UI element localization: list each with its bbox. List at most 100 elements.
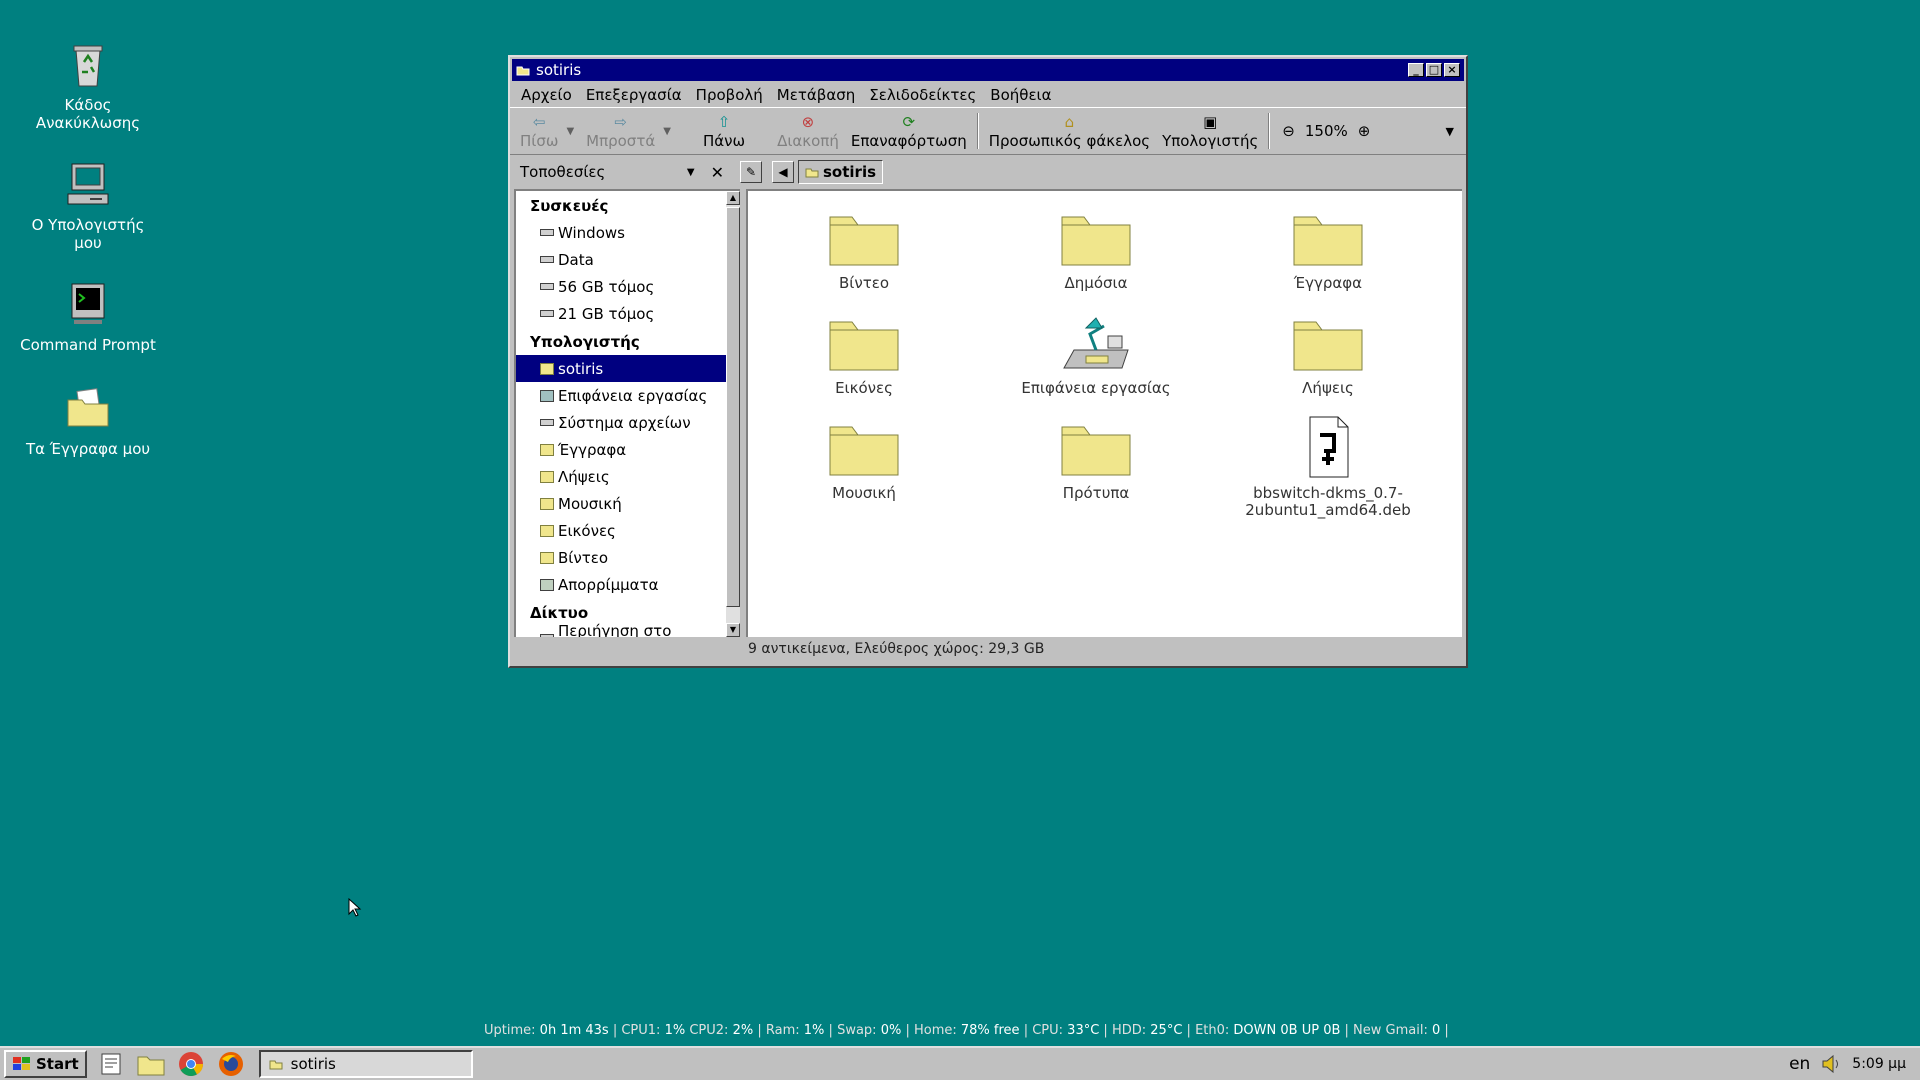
- path-scroll-left-button[interactable]: ◀: [772, 161, 794, 183]
- quicklaunch-firefox[interactable]: [215, 1050, 247, 1078]
- zoom-in-icon[interactable]: ⊕: [1358, 122, 1371, 140]
- file-item-templates[interactable]: Πρότυπα: [980, 415, 1212, 520]
- sidebar-item-music[interactable]: Μουσική: [516, 490, 726, 517]
- computer-button[interactable]: ▣ Υπολογιστής: [1156, 109, 1264, 153]
- back-history-dropdown[interactable]: ▼: [566, 126, 574, 137]
- sidebar-item-browse-network[interactable]: Περιήγηση στο δίκτυο: [516, 622, 726, 637]
- places-sidebar: Συσκευές Windows Data 56 GB τόμος 21 GB …: [514, 189, 726, 637]
- sidebar-item-videos[interactable]: Βίντεο: [516, 544, 726, 571]
- volume-icon[interactable]: [1820, 1053, 1842, 1075]
- home-label: Προσωπικός φάκελος: [988, 132, 1151, 150]
- menu-file[interactable]: Αρχείο: [514, 86, 579, 104]
- menu-edit[interactable]: Επεξεργασία: [579, 86, 689, 104]
- menu-bookmarks[interactable]: Σελιδοδείκτες: [862, 86, 983, 104]
- sidebar-item-desktop[interactable]: Επιφάνεια εργασίας: [516, 382, 726, 409]
- scroll-up-arrow[interactable]: ▲: [726, 191, 740, 205]
- menu-view[interactable]: Προβολή: [689, 86, 770, 104]
- cpu-temp-label: CPU:: [1032, 1023, 1064, 1038]
- file-item-music[interactable]: Μουσική: [748, 415, 980, 520]
- file-manager-window: sotiris _ □ × Αρχείο Επεξεργασία Προβολή…: [508, 55, 1468, 668]
- file-name: Πρότυπα: [1062, 484, 1130, 502]
- folder-home-icon: [516, 66, 530, 76]
- sidebar-item-label: Εικόνες: [558, 521, 616, 540]
- command-prompt-icon: [71, 283, 105, 324]
- clock[interactable]: 5:09 μμ: [1852, 1056, 1906, 1072]
- menu-help[interactable]: Βοήθεια: [983, 86, 1058, 104]
- drive-icon: [540, 283, 554, 290]
- file-item-deb-package[interactable]: bbswitch-dkms_0.7- 2ubuntu1_amd64.deb: [1212, 415, 1444, 520]
- reload-button[interactable]: ⟳ Επαναφόρτωση: [845, 109, 973, 153]
- breadcrumb-sotiris[interactable]: sotiris: [798, 160, 884, 184]
- scroll-thumb[interactable]: [726, 207, 740, 607]
- reload-icon: ⟳: [902, 113, 916, 131]
- folder-icon: [829, 216, 899, 266]
- stop-button[interactable]: ⊗ Διακοπή: [771, 109, 845, 153]
- zoom-out-icon[interactable]: ⊖: [1282, 122, 1295, 140]
- sidebar-scrollbar[interactable]: ▲ ▼: [726, 189, 740, 637]
- sidebar-item-label: Windows: [558, 223, 625, 242]
- close-sidebar-icon[interactable]: ✕: [711, 163, 724, 182]
- sidebar-item-56gb-volume[interactable]: 56 GB τόμος: [516, 273, 726, 300]
- folder-icon: [540, 497, 554, 510]
- minimize-button[interactable]: _: [1408, 63, 1424, 77]
- file-item-videos[interactable]: Βίντεο: [748, 205, 980, 310]
- cpu1-value: 1%: [664, 1023, 686, 1038]
- desktop-icon-label: Command Prompt: [20, 336, 156, 354]
- forward-history-dropdown[interactable]: ▼: [663, 126, 671, 137]
- folder-home-icon: [137, 1056, 165, 1076]
- forward-button[interactable]: ⇨ Μπροστά: [580, 109, 661, 153]
- sidebar-item-windows[interactable]: Windows: [516, 219, 726, 246]
- swap-label: Swap:: [837, 1023, 877, 1038]
- start-button[interactable]: Start: [4, 1050, 87, 1078]
- file-item-desktop[interactable]: Επιφάνεια εργασίας: [980, 310, 1212, 415]
- taskbar: Start sotiris en 5:09 μμ: [0, 1046, 1920, 1080]
- home-button[interactable]: ⌂ Προσωπικός φάκελος: [983, 109, 1156, 153]
- quicklaunch-chrome[interactable]: [175, 1050, 207, 1078]
- title-bar[interactable]: sotiris _ □ ×: [512, 59, 1464, 81]
- desktop-icon-my-computer[interactable]: Ο Υπολογιστής μου: [18, 160, 158, 252]
- up-button[interactable]: ⇧ Πάνω: [697, 109, 751, 153]
- drive-icon: [540, 310, 554, 317]
- zoom-level[interactable]: 150%: [1305, 122, 1348, 140]
- quicklaunch-files[interactable]: [135, 1050, 167, 1078]
- scroll-down-arrow[interactable]: ▼: [726, 623, 740, 637]
- file-item-public[interactable]: Δημόσια: [980, 205, 1212, 310]
- close-button[interactable]: ×: [1444, 63, 1460, 77]
- desktop-icon-label: Κάδος: [64, 96, 112, 114]
- mouse-cursor-icon: [348, 898, 362, 917]
- desktop-icon-command-prompt[interactable]: Command Prompt: [18, 280, 158, 354]
- sidebar-type-select[interactable]: Τοποθεσίες: [520, 163, 687, 181]
- toolbar-overflow-dropdown[interactable]: ▼: [1446, 125, 1454, 138]
- file-name: Εικόνες: [835, 379, 893, 397]
- gmail-value: 0: [1431, 1023, 1441, 1038]
- maximize-button[interactable]: □: [1426, 63, 1442, 77]
- sidebar-item-trash[interactable]: Απορρίμματα: [516, 571, 726, 598]
- file-item-pictures[interactable]: Εικόνες: [748, 310, 980, 415]
- content-area: Συσκευές Windows Data 56 GB τόμος 21 GB …: [510, 189, 1466, 637]
- sidebar-item-21gb-volume[interactable]: 21 GB τόμος: [516, 300, 726, 327]
- taskbar-item-sotiris[interactable]: sotiris: [258, 1050, 473, 1078]
- stop-icon: ⊗: [801, 113, 815, 131]
- sidebar-item-documents[interactable]: Έγγραφα: [516, 436, 726, 463]
- folder-icon: [540, 443, 554, 456]
- file-item-downloads[interactable]: Λήψεις: [1212, 310, 1444, 415]
- sidebar-item-pictures[interactable]: Εικόνες: [516, 517, 726, 544]
- chevron-down-icon[interactable]: ▼: [687, 167, 695, 178]
- desktop-icon-label: Ανακύκλωσης: [35, 114, 141, 132]
- desktop-icon-my-documents[interactable]: Τα Έγγραφα μου: [18, 384, 158, 458]
- sidebar-item-home[interactable]: sotiris: [516, 355, 726, 382]
- sidebar-item-downloads[interactable]: Λήψεις: [516, 463, 726, 490]
- menu-go[interactable]: Μετάβαση: [770, 86, 862, 104]
- arrow-right-icon: ⇨: [614, 113, 627, 131]
- cpu-temp-value: 33°C: [1067, 1023, 1100, 1038]
- sidebar-item-filesystem[interactable]: Σύστημα αρχείων: [516, 409, 726, 436]
- zoom-control: ⊖ 150% ⊕: [1282, 122, 1370, 140]
- desktop-icon-label: μου: [74, 234, 102, 252]
- keyboard-layout-indicator[interactable]: en: [1789, 1054, 1810, 1074]
- edit-location-button[interactable]: ✎: [740, 161, 762, 183]
- sidebar-item-data[interactable]: Data: [516, 246, 726, 273]
- back-button[interactable]: ⇦ Πίσω: [514, 109, 564, 153]
- file-item-documents[interactable]: Έγγραφα: [1212, 205, 1444, 310]
- quicklaunch-editor[interactable]: [95, 1050, 127, 1078]
- desktop-icon-recycle-bin[interactable]: Κάδος Ανακύκλωσης: [18, 40, 158, 132]
